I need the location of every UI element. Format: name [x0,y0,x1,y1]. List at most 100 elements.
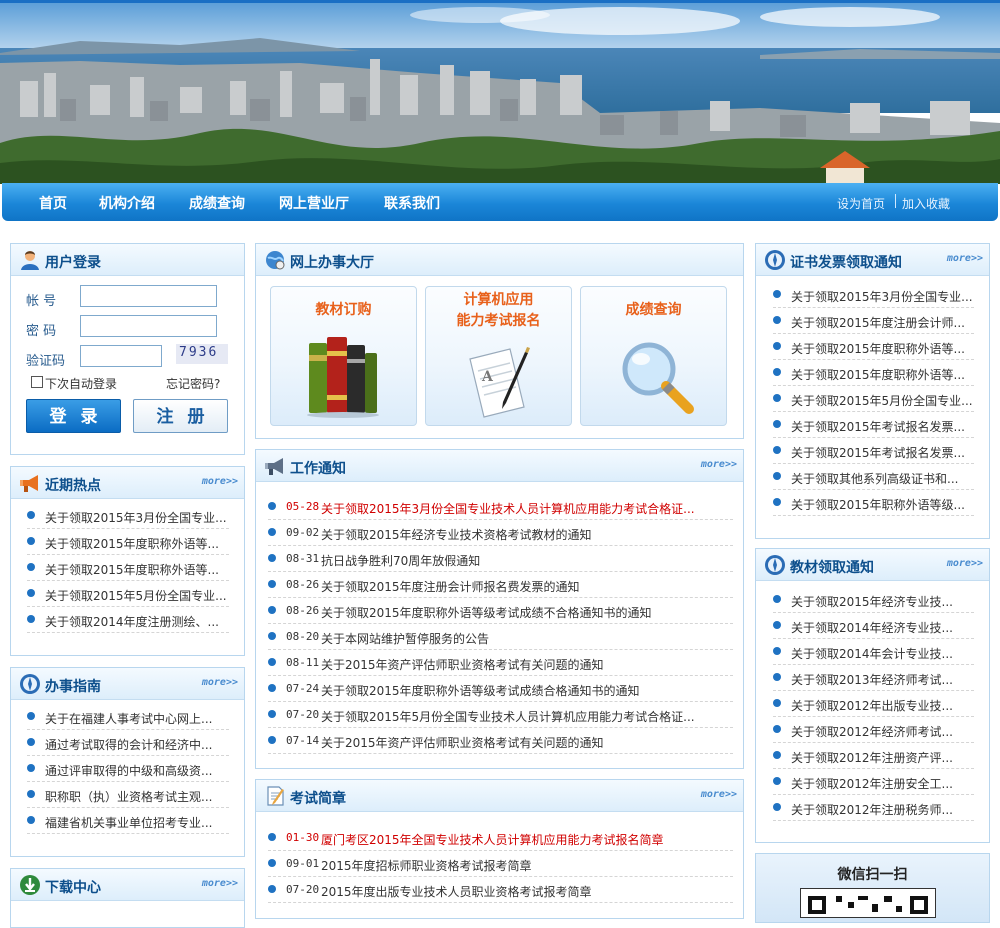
computer-exam-signup-card[interactable]: 计算机应用 能力考试报名 A [425,286,572,426]
list-item[interactable]: 关于领取2014年经济专业技... [773,613,974,639]
list-item[interactable]: 关于领取2015年考试报名发票... [773,438,974,464]
nav-item-home[interactable]: 首页 [39,193,67,213]
set-home-link[interactable]: 设为首页 [837,195,885,212]
list-item-text: 关于领取2012年经济师考试... [791,725,953,739]
notice-row[interactable]: 07-24 关于领取2015年度职称外语等级考试成绩合格通知书的通知 [268,676,733,702]
notice-row[interactable]: 05-28 关于领取2015年3月份全国专业技术人员计算机应用能力考试合格证... [268,494,733,520]
list-item[interactable]: 关于领取2012年注册税务师... [773,795,974,821]
work-more-link[interactable]: more>> [701,459,737,470]
wechat-qr-code[interactable] [800,888,936,918]
notice-date: 07-20 [286,708,320,721]
list-item[interactable]: 关于领取2012年注册安全工... [773,769,974,795]
list-item[interactable]: 关于领取2012年经济师考试... [773,717,974,743]
bullet-icon [773,420,781,428]
notice-row[interactable]: 07-20 关于领取2015年5月份全国专业技术人员计算机应用能力考试合格证... [268,702,733,728]
list-item[interactable]: 关于领取2015年度职称外语等... [27,555,229,581]
account-input[interactable] [80,285,217,307]
list-item[interactable]: 关于领取2014年会计专业技... [773,639,974,665]
list-item[interactable]: 关于领取2012年出版专业技... [773,691,974,717]
hot-title: 近期热点 [45,478,101,494]
bullet-icon [268,684,276,692]
list-item[interactable]: 关于领取其他系列高级证书和... [773,464,974,490]
bullet-icon [268,658,276,666]
notice-row[interactable]: 07-14 关于2015年资产评估师职业资格考试有关问题的通知 [268,728,733,754]
captcha-image[interactable]: 7936 [176,344,228,364]
notice-row[interactable]: 01-30 厦门考区2015年全国专业技术人员计算机应用能力考试报名简章 [268,825,733,851]
nav-item-about[interactable]: 机构介绍 [99,193,155,213]
notice-row[interactable]: 08-31 抗日战争胜利70周年放假通知 [268,546,733,572]
service-hall-panel: 网上办事大厅 教材订购 计算机应用 能力考试报名 A 成绩查询 [255,243,744,439]
list-item[interactable]: 职称职（执）业资格考试主观... [27,782,229,808]
notice-row[interactable]: 07-20 2015年度出版专业技术人员职业资格考试报考简章 [268,877,733,903]
nav-item-online-hall[interactable]: 网上营业厅 [279,193,349,213]
list-item[interactable]: 关于领取2015年3月份全国专业... [27,503,229,529]
list-item[interactable]: 关于领取2015年3月份全国专业... [773,282,974,308]
list-item-text: 关于领取2012年注册税务师... [791,803,953,817]
list-item[interactable]: 关于领取2015年度注册会计师... [773,308,974,334]
captcha-input[interactable] [80,345,162,367]
list-item-text: 关于领取2014年会计专业技... [791,647,953,661]
add-favorite-link[interactable]: 加入收藏 [902,195,950,212]
list-item[interactable]: 关于领取2015年度职称外语等... [773,360,974,386]
textbook-order-card[interactable]: 教材订购 [270,286,417,426]
list-item-text: 关于领取2014年度注册测绘、... [45,615,219,629]
bullet-icon [268,885,276,893]
nav-item-score-query[interactable]: 成绩查询 [189,193,245,213]
main-nav: 首页 机构介绍 成绩查询 网上营业厅 联系我们 设为首页 加入收藏 [2,183,998,221]
list-item[interactable]: 关于领取2013年经济师考试... [773,665,974,691]
list-item[interactable]: 通过评审取得的中级和高级资... [27,756,229,782]
remember-checkbox[interactable] [31,376,43,388]
exam-brochure-title: 考试简章 [290,791,346,807]
bullet-icon [268,710,276,718]
password-input[interactable] [80,315,217,337]
download-icon [20,875,40,895]
list-item-text: 关于领取2015年5月份全国专业... [45,589,227,603]
list-item[interactable]: 关于领取2015年经济专业技... [773,587,974,613]
list-item-text: 关于领取2015年度职称外语等... [45,563,219,577]
list-item-text: 福建省机关事业单位招考专业... [45,816,213,830]
bullet-icon [268,580,276,588]
list-item[interactable]: 关于领取2015年度职称外语等... [27,529,229,555]
login-button[interactable]: 登录 [26,399,121,433]
notice-row[interactable]: 08-20 关于本网站维护暂停服务的公告 [268,624,733,650]
notice-row[interactable]: 09-02 关于领取2015年经济专业技术资格考试教材的通知 [268,520,733,546]
register-button[interactable]: 注册 [133,399,228,433]
guide-more-link[interactable]: more>> [202,677,238,688]
download-more-link[interactable]: more>> [202,878,238,889]
list-item-text: 关于领取2015年度职称外语等... [45,537,219,551]
notice-row[interactable]: 08-26 关于领取2015年度职称外语等级考试成绩不合格通知书的通知 [268,598,733,624]
list-item[interactable]: 关于领取2015年职称外语等级... [773,490,974,516]
list-item[interactable]: 关于领取2015年5月份全国专业... [773,386,974,412]
list-item[interactable]: 关于领取2014年度注册测绘、... [27,607,229,633]
password-label: 密 码 [26,324,57,339]
computer-exam-label-line1: 计算机应用 [463,292,534,308]
list-item-text: 关于领取2012年注册资产评... [791,751,953,765]
hot-more-link[interactable]: more>> [202,476,238,487]
list-item[interactable]: 关于领取2015年考试报名发票... [773,412,974,438]
list-item[interactable]: 关于领取2015年5月份全国专业... [27,581,229,607]
textbook-notice-title: 教材领取通知 [790,560,874,576]
bullet-icon [268,736,276,744]
computer-exam-label-line2: 能力考试报名 [456,313,541,329]
list-item[interactable]: 关于在福建人事考试中心网上... [27,704,229,730]
user-icon [21,251,39,270]
bullet-icon [773,316,781,324]
score-query-card[interactable]: 成绩查询 [580,286,727,426]
textbook-more-link[interactable]: more>> [947,558,983,569]
cert-more-link[interactable]: more>> [947,253,983,264]
bullet-icon [773,725,781,733]
notice-date: 09-01 [286,857,320,870]
forgot-password-link[interactable]: 忘记密码? [166,375,220,392]
list-item[interactable]: 通过考试取得的会计和经济中... [27,730,229,756]
notice-row[interactable]: 08-11 关于2015年资产评估师职业资格考试有关问题的通知 [268,650,733,676]
list-item-text: 关于领取2015年度职称外语等... [791,342,965,356]
list-item[interactable]: 福建省机关事业单位招考专业... [27,808,229,834]
nav-item-contact[interactable]: 联系我们 [384,193,440,213]
notice-row[interactable]: 08-26 关于领取2015年度注册会计师报名费发票的通知 [268,572,733,598]
account-label: 帐 号 [26,294,57,309]
exam-more-link[interactable]: more>> [701,789,737,800]
list-item-text: 关于在福建人事考试中心网上... [45,712,213,726]
notice-row[interactable]: 09-01 2015年度招标师职业资格考试报考简章 [268,851,733,877]
list-item[interactable]: 关于领取2015年度职称外语等... [773,334,974,360]
list-item[interactable]: 关于领取2012年注册资产评... [773,743,974,769]
